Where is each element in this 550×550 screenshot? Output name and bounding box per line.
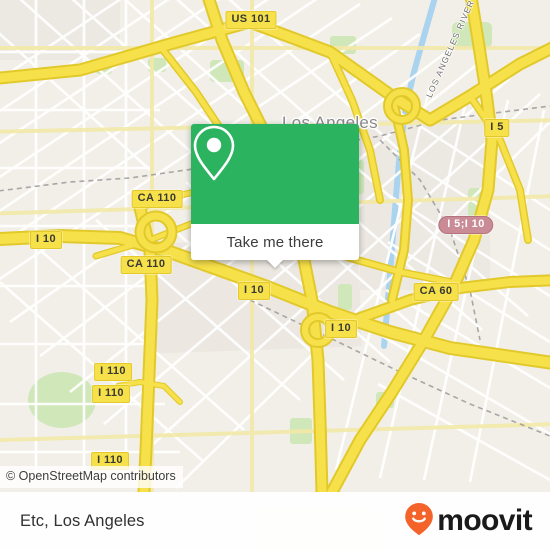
shield-ca-110-upper: CA 110 xyxy=(131,190,183,208)
moovit-wordmark: moovit xyxy=(437,504,532,537)
shield-ca-110-lower: CA 110 xyxy=(120,256,172,274)
location-title: Etc, Los Angeles xyxy=(20,511,145,530)
shield-i-10-left: I 10 xyxy=(30,231,62,249)
popup-pointer-tail xyxy=(266,259,284,268)
moovit-brand[interactable]: moovit xyxy=(404,502,533,541)
map-canvas[interactable]: Los Angeles LOS ANGELES RIVER US 101 I 5… xyxy=(0,0,550,492)
shield-ca-60: CA 60 xyxy=(413,283,459,301)
take-me-there-popup[interactable]: Take me there xyxy=(191,124,359,268)
shield-us-101: US 101 xyxy=(225,11,277,29)
shield-i-5-i-10: I 5;I 10 xyxy=(438,216,494,234)
shield-i-10-mid: I 10 xyxy=(238,282,270,300)
popup-icon-area xyxy=(191,124,359,224)
shield-i-110-a: I 110 xyxy=(94,363,132,381)
popup-cta-area[interactable]: Take me there xyxy=(191,224,359,268)
moovit-smiley-pin-icon xyxy=(404,502,434,541)
shield-i-110-b: I 110 xyxy=(92,385,130,403)
moovit-map-screen: Los Angeles LOS ANGELES RIVER US 101 I 5… xyxy=(0,0,550,550)
footer-bar: Etc, Los Angeles moovit xyxy=(0,492,550,550)
take-me-there-label: Take me there xyxy=(226,233,324,251)
shield-i-10-right: I 10 xyxy=(325,320,357,338)
osm-attribution[interactable]: © OpenStreetMap contributors xyxy=(0,466,183,488)
shield-i-5: I 5 xyxy=(484,119,510,137)
